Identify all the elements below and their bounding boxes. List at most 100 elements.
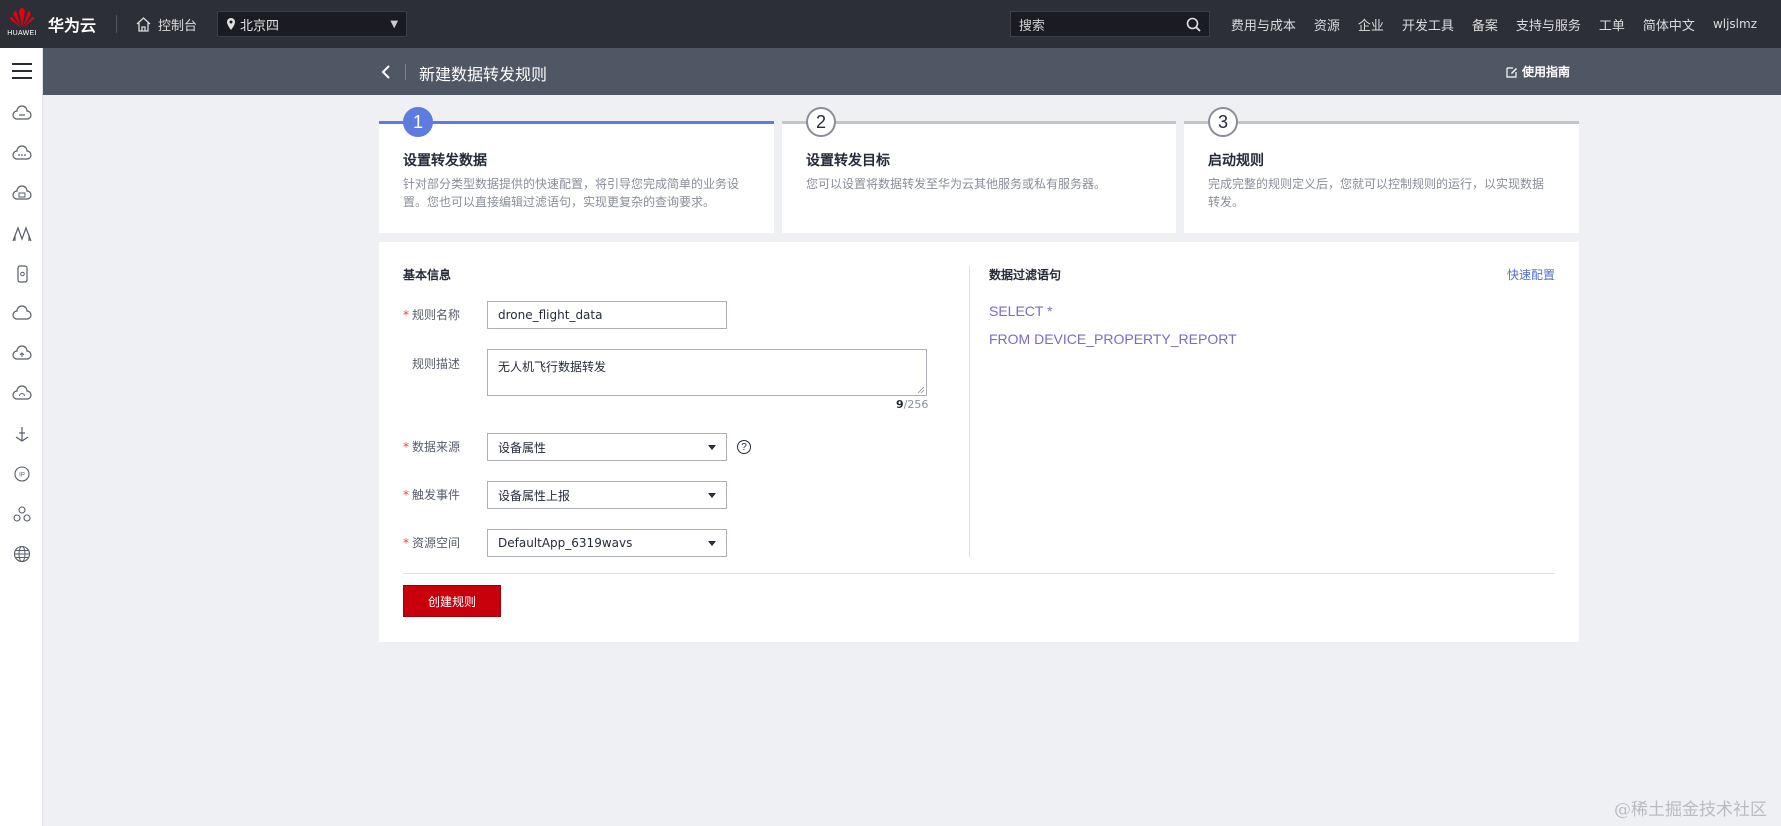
step-3-number: 3 [1208, 107, 1238, 137]
rule-form-panel: 基本信息 *规则名称 drone_flight_data *规则描述 无人机飞行… [379, 242, 1579, 642]
trigger-event-label-text: 触发事件 [412, 488, 461, 502]
form-footer-divider [403, 573, 1555, 574]
step-1: 1 设置转发数据 针对部分类型数据提供的快速配置，将引导您完成简单的业务设置。您… [379, 107, 774, 233]
step-3-description: 完成完整的规则定义后，您就可以控制规则的运行，以实现数据转发。 [1208, 177, 1545, 209]
caret-down-icon [708, 444, 716, 450]
char-count: 9 [896, 398, 904, 411]
chevron-left-icon [381, 65, 390, 79]
user-account[interactable]: wljslmz [1713, 17, 1757, 31]
rule-name-input[interactable]: drone_flight_data [487, 301, 727, 329]
data-source-label-text: 数据来源 [412, 440, 461, 454]
logo-wordmark: HUAWEI [7, 30, 37, 37]
phone-icon[interactable] [0, 254, 43, 294]
data-source-value: 设备属性 [498, 440, 547, 455]
cloud-sync-icon[interactable] [0, 374, 43, 414]
search-icon[interactable] [1186, 17, 1201, 32]
huawei-logo-icon: HUAWEI [7, 7, 37, 41]
nav-tickets[interactable]: 工单 [1599, 15, 1625, 34]
help-icon[interactable]: ? [737, 440, 751, 454]
nav-resources[interactable]: 资源 [1314, 15, 1340, 34]
step-2: 2 设置转发目标 您可以设置将数据转发至华为云其他服务或私有服务器。 [782, 107, 1176, 233]
anchor-icon[interactable] [0, 414, 43, 454]
service-sidebar: IP [0, 48, 43, 826]
step-3-progress-bar [1184, 121, 1579, 124]
search-placeholder: 搜索 [1018, 18, 1045, 34]
rule-name-label: * 规则名称 [403, 306, 460, 323]
cloud-outline-icon[interactable] [0, 294, 43, 334]
watermark: @稀土掘金技术社区 [1614, 800, 1767, 820]
region-label: 北京四 [240, 18, 280, 34]
trigger-event-select[interactable]: 设备属性上报 [487, 481, 727, 509]
step-1-number: 1 [403, 107, 433, 137]
trigger-event-value: 设备属性上报 [498, 488, 571, 503]
data-filter-heading: 数据过滤语句 [989, 268, 1062, 282]
hamburger-menu-icon[interactable] [0, 48, 43, 94]
user-guide-link[interactable]: 使用指南 [1506, 63, 1570, 80]
top-navigation-bar: HUAWEI 华为云 控制台 北京四 ▼ 搜索 费用与成本 资源 企业 开发工具… [0, 0, 1781, 48]
data-source-select[interactable]: 设备属性 [487, 433, 727, 461]
topbar-divider [116, 15, 117, 33]
region-selector[interactable]: 北京四 ▼ [217, 11, 408, 37]
resource-space-value: DefaultApp_6319wavs [498, 536, 633, 550]
step-2-description: 您可以设置将数据转发至华为云其他服务或私有服务器。 [806, 177, 1107, 191]
header-divider [405, 64, 406, 80]
brand-name: 华为云 [48, 16, 97, 35]
rule-description-textarea[interactable]: 无人机飞行数据转发 [487, 349, 927, 396]
back-button[interactable] [375, 60, 397, 84]
cloud-dots-icon[interactable] [0, 134, 43, 174]
required-mark: * [403, 308, 409, 322]
console-link[interactable]: 控制台 [125, 15, 209, 34]
network-icon[interactable] [0, 494, 43, 534]
cloud-box-icon[interactable] [0, 174, 43, 214]
create-rule-button[interactable]: 创建规则 [403, 585, 501, 617]
basic-info-heading: 基本信息 [403, 268, 452, 282]
resource-space-label-text: 资源空间 [412, 536, 461, 550]
caret-down-icon: ▼ [390, 18, 399, 30]
step-2-title: 设置转发目标 [806, 153, 890, 169]
rule-name-label-text: 规则名称 [412, 308, 461, 322]
cloud-server-icon[interactable] [0, 94, 43, 134]
rule-description-label: *规则描述 [403, 355, 460, 372]
step-2-number: 2 [806, 107, 836, 137]
char-max: /256 [903, 398, 929, 411]
step-1-progress-bar [379, 121, 774, 124]
nav-support[interactable]: 支持与服务 [1516, 15, 1581, 34]
data-source-label: * 数据来源 [403, 440, 461, 454]
location-pin-icon [227, 18, 236, 30]
step-1-description: 针对部分类型数据提供的快速配置，将引导您完成简单的业务设置。您也可以直接编辑过滤… [403, 177, 740, 209]
quick-config-link[interactable]: 快速配置 [1507, 266, 1555, 283]
home-icon [136, 16, 151, 32]
description-char-counter: 9/256 [896, 398, 928, 411]
console-label: 控制台 [158, 18, 198, 34]
sql-from-line: FROM DEVICE_PROPERTY_REPORT [989, 331, 1237, 347]
resource-space-select[interactable]: DefaultApp_6319wavs [487, 529, 727, 557]
rule-description-label-text: 规则描述 [412, 357, 461, 371]
ip-icon[interactable]: IP [0, 454, 43, 494]
search-input[interactable]: 搜索 [1009, 11, 1210, 37]
page-title: 新建数据转发规则 [419, 65, 548, 84]
user-guide-label: 使用指南 [1521, 65, 1570, 79]
step-1-title: 设置转发数据 [403, 153, 487, 169]
huawei-cloud-logo[interactable]: HUAWEI 华为云 [0, 0, 116, 48]
sql-select-line: SELECT * [989, 303, 1053, 319]
svg-text:IP: IP [19, 473, 25, 479]
step-2-progress-bar [782, 121, 1176, 124]
nav-icp-filing[interactable]: 备案 [1472, 15, 1498, 34]
panel-column-divider [969, 266, 970, 557]
step-3: 3 启动规则 完成完整的规则定义后，您就可以控制规则的运行，以实现数据转发。 [1184, 107, 1579, 233]
nav-billing[interactable]: 费用与成本 [1231, 15, 1296, 34]
resource-space-label: * 资源空间 [403, 536, 461, 550]
nav-enterprise[interactable]: 企业 [1358, 15, 1384, 34]
edit-doc-icon [1506, 66, 1517, 78]
step-3-title: 启动规则 [1208, 153, 1264, 169]
globe-icon[interactable] [0, 534, 43, 574]
nav-dev-tools[interactable]: 开发工具 [1402, 15, 1454, 34]
caret-down-icon [708, 492, 716, 498]
language-selector[interactable]: 简体中文 [1643, 15, 1695, 34]
caret-down-icon [708, 540, 716, 546]
bridge-icon[interactable] [0, 214, 43, 254]
page-header: 新建数据转发规则 使用指南 [43, 48, 1781, 95]
trigger-event-label: * 触发事件 [403, 488, 461, 502]
resize-handle-icon[interactable] [917, 386, 925, 394]
cloud-upload-icon[interactable] [0, 334, 43, 374]
